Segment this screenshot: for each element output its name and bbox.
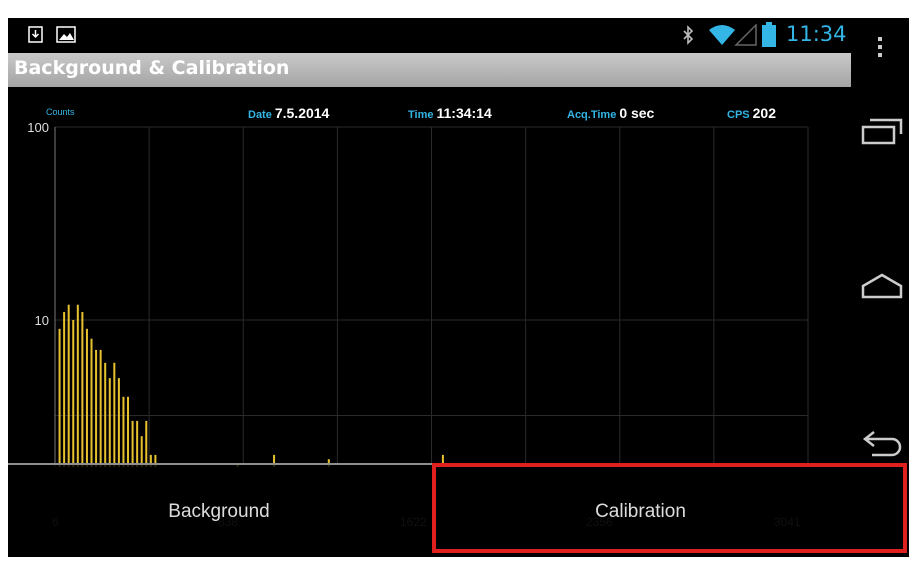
spectrum-bar xyxy=(85,328,88,467)
spectrum-bar xyxy=(63,312,66,467)
spectrum-bar xyxy=(99,349,102,467)
chart-plot: 100 10 xyxy=(27,120,809,467)
spectrum-bar xyxy=(127,396,130,467)
overflow-menu-icon[interactable] xyxy=(877,36,883,58)
spectrum-bar xyxy=(145,420,148,467)
chart-grid xyxy=(54,126,809,467)
spectrum-chart: Counts Date 7.5.2014 Time 11:34:14 Acq.Tim… xyxy=(8,87,851,467)
battery-icon xyxy=(762,22,776,47)
spectrum-bar xyxy=(76,304,79,467)
clock: 11:34 xyxy=(786,22,847,46)
spectrum-bar xyxy=(117,378,120,467)
image-notification-icon xyxy=(56,26,76,43)
y-tick-label: 100 xyxy=(27,120,49,135)
status-bar: 11:34 xyxy=(8,18,909,51)
spectrum-bar xyxy=(58,328,61,467)
spectrum-bar xyxy=(67,304,70,467)
spectrum-bar xyxy=(72,320,75,467)
back-icon[interactable] xyxy=(860,426,904,458)
spectrum-bar xyxy=(113,362,116,467)
signal-icon xyxy=(734,24,757,46)
home-icon[interactable] xyxy=(860,272,904,300)
spectrum-bar xyxy=(104,362,107,467)
spectrum-bar xyxy=(122,396,125,467)
download-notification-icon xyxy=(28,26,43,43)
calibration-highlight-box xyxy=(432,463,907,553)
spectrum-bar xyxy=(108,378,111,467)
spectrum-bar xyxy=(90,338,93,467)
y-tick-label: 10 xyxy=(35,313,49,328)
background-button[interactable]: Background xyxy=(8,465,430,557)
spectrum-bar xyxy=(131,420,134,467)
recent-apps-icon[interactable] xyxy=(860,116,904,146)
chart-bars xyxy=(58,304,444,467)
y-tick-labels: 100 10 xyxy=(27,120,49,328)
spectrum-bar xyxy=(136,420,139,467)
wifi-icon xyxy=(709,25,735,45)
action-bar: Background & Calibration xyxy=(8,53,851,87)
spectrum-bar xyxy=(95,349,98,467)
bluetooth-icon xyxy=(683,25,694,45)
spectrum-bar xyxy=(81,312,84,467)
app-title: Background & Calibration xyxy=(14,57,290,79)
